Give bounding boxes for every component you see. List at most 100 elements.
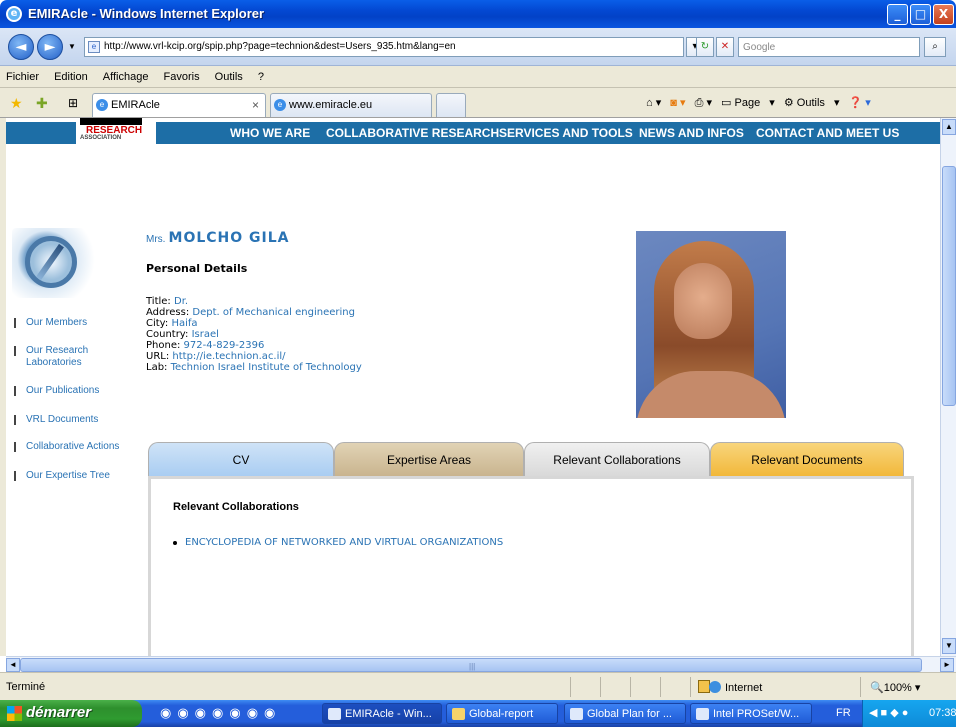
help-icon[interactable]: ❓ ▾ [849, 97, 871, 109]
menu-affichage[interactable]: Affichage [97, 66, 155, 83]
back-button[interactable]: ◄ [8, 34, 34, 60]
page-content: RESEARCH ASSOCIATION WHO WE ARE COLLABOR… [6, 118, 940, 656]
zoom-level: 100% [883, 682, 912, 694]
taskbar-item-emiracle[interactable]: EMIRAcle - Win... [322, 703, 442, 724]
taskbar-item-global-plan[interactable]: Global Plan for ... [564, 703, 686, 724]
tab-relevant-collaborations[interactable]: Relevant Collaborations [524, 442, 710, 476]
scroll-down-icon[interactable]: ▼ [942, 638, 956, 654]
menu-outils[interactable]: Outils [209, 66, 249, 83]
taskbar-item-global-report[interactable]: Global-report [446, 703, 558, 724]
print-icon[interactable]: ⎙ ▾ [695, 97, 712, 109]
collaboration-link[interactable]: ENCYCLOPEDIA OF NETWORKED AND VIRTUAL OR… [172, 537, 503, 548]
sidebar-item-expertise-tree[interactable]: Our Expertise Tree [14, 470, 110, 482]
menu-favoris[interactable]: Favoris [158, 66, 206, 83]
search-placeholder: Google [743, 42, 776, 53]
scroll-right-icon[interactable]: ► [940, 658, 954, 672]
address-toolbar: ◄ ► ▼ e http://www.vrl-kcip.org/spip.php… [0, 28, 956, 66]
address-url[interactable]: http://www.vrl-kcip.org/spip.php?page=te… [104, 41, 456, 52]
tab-emiracle-eu[interactable]: e www.emiracle.eu [270, 93, 432, 117]
page-menu-button[interactable]: ▭ Page ▾ [721, 97, 775, 109]
horizontal-scrollbar[interactable]: ◄ ||| ► [6, 656, 956, 672]
horizontal-scroll-thumb[interactable]: ||| [20, 658, 922, 672]
nav-services-and-tools[interactable]: SERVICES AND TOOLS [499, 126, 633, 140]
person-header: Mrs. MOLCHO GILA [146, 230, 290, 246]
person-name: MOLCHO GILA [168, 230, 290, 246]
zoom-control[interactable]: 🔍100% ▾ [870, 681, 920, 694]
personal-details-list: Title: Dr. Address: Dept. of Mechanical … [146, 296, 362, 373]
status-separator [570, 677, 571, 697]
status-separator [660, 677, 661, 697]
browser-window: e EMIRAcle - Windows Internet Explorer _… [0, 0, 956, 727]
nav-who-we-are[interactable]: WHO WE ARE [230, 126, 310, 140]
close-button[interactable]: X [933, 4, 954, 25]
page-favicon-icon: e [88, 41, 100, 53]
tab-row: ★ ✚ ⊞ e EMIRAcle × e www.emiracle.eu ⌂ ▾… [0, 88, 956, 118]
new-tab-button[interactable] [436, 93, 466, 117]
taskbar-item-intel-proset[interactable]: Intel PROSet/W... [690, 703, 812, 724]
folder-icon [452, 708, 465, 720]
detail-row: Lab: Technion Israel Institute of Techno… [146, 362, 362, 373]
feeds-icon[interactable]: ◙ ▾ [670, 97, 685, 109]
tab-expertise-areas[interactable]: Expertise Areas [334, 442, 524, 476]
forward-button[interactable]: ► [37, 34, 63, 60]
scroll-up-icon[interactable]: ▲ [942, 119, 956, 135]
detail-value: Dept. of Mechanical engineering [192, 307, 355, 318]
tab-cv[interactable]: CV [148, 442, 334, 476]
home-icon[interactable]: ⌂ ▾ [646, 97, 661, 109]
status-bar: Terminé Internet 🔍100% ▾ [0, 672, 956, 700]
menu-bar: Fichier Edition Affichage Favoris Outils… [0, 66, 956, 88]
sidebar-item-our-members[interactable]: Our Members [14, 317, 87, 329]
address-bar[interactable]: e http://www.vrl-kcip.org/spip.php?page=… [84, 37, 684, 57]
vertical-scrollbar[interactable]: ▲ ▼ [940, 118, 956, 656]
menu-help[interactable]: ? [252, 66, 270, 83]
compass-logo-image [12, 228, 98, 298]
refresh-icon[interactable]: ↻ [696, 37, 714, 57]
search-icon[interactable]: ⌕ [924, 37, 946, 57]
tab-close-icon[interactable]: × [252, 98, 259, 112]
search-input[interactable]: Google [738, 37, 920, 57]
wireless-icon [696, 708, 709, 720]
detail-row: Phone: 972-4-829-2396 [146, 340, 362, 351]
maximize-button[interactable]: □ [910, 4, 931, 25]
task-label: EMIRAcle - Win... [345, 708, 432, 720]
menu-fichier[interactable]: Fichier [0, 66, 45, 83]
tray-icons[interactable]: ◀ ■ ◆ ● [869, 706, 908, 719]
detail-value: 972-4-829-2396 [183, 340, 265, 351]
detail-url-link[interactable]: http://ie.technion.ac.il/ [172, 351, 285, 362]
windows-flag-icon [7, 706, 22, 721]
tab-ie-icon: e [96, 99, 108, 111]
menu-edition[interactable]: Edition [48, 66, 94, 83]
sidebar-item-label: Our Research Laboratories [26, 345, 89, 368]
detail-lab-link[interactable]: Technion Israel Institute of Technology [171, 362, 362, 373]
vertical-scroll-thumb[interactable] [942, 166, 956, 406]
ie-logo-icon: e [6, 6, 22, 22]
tab-relevant-documents[interactable]: Relevant Documents [710, 442, 904, 476]
tools-menu-button[interactable]: ⚙ Outils ▾ [784, 97, 840, 109]
sidebar-item-research-labs[interactable]: Our Research Laboratories [14, 345, 88, 369]
title-bar: e EMIRAcle - Windows Internet Explorer _… [0, 0, 956, 28]
quick-launch[interactable]: ◉◉◉◉◉◉◉ [160, 705, 281, 721]
status-separator [860, 677, 861, 697]
scroll-left-icon[interactable]: ◄ [6, 658, 20, 672]
nav-news-and-infos[interactable]: NEWS AND INFOS [639, 126, 744, 140]
tab-emiracle[interactable]: e EMIRAcle × [92, 93, 266, 117]
stop-icon[interactable]: ✕ [716, 37, 734, 57]
quick-tabs-icon[interactable]: ⊞ [68, 96, 78, 110]
detail-label: Title: [146, 296, 171, 307]
minimize-button[interactable]: _ [887, 4, 908, 25]
history-dropdown-icon[interactable]: ▼ [68, 42, 76, 51]
emiracle-logo[interactable]: RESEARCH ASSOCIATION [76, 118, 156, 146]
nav-collaborative-research[interactable]: COLLABORATIVE RESEARCH [326, 126, 499, 140]
nav-contact-and-meet-us[interactable]: CONTACT AND MEET US [756, 126, 899, 140]
add-favorite-icon[interactable]: ✚ [36, 95, 48, 112]
start-button[interactable]: démarrer [0, 700, 142, 727]
sidebar-item-publications[interactable]: Our Publications [14, 385, 99, 397]
sidebar-item-collaborative-actions[interactable]: Collaborative Actions [14, 441, 119, 453]
security-zone[interactable]: Internet [695, 681, 762, 694]
sidebar-item-vrl-documents[interactable]: VRL Documents [14, 414, 98, 426]
tab-ie-icon: e [274, 99, 286, 111]
logo-mark [80, 118, 142, 125]
language-indicator[interactable]: FR [836, 707, 851, 719]
sidebar-item-label: Our Expertise Tree [26, 470, 110, 481]
favorites-star-icon[interactable]: ★ [10, 95, 23, 112]
